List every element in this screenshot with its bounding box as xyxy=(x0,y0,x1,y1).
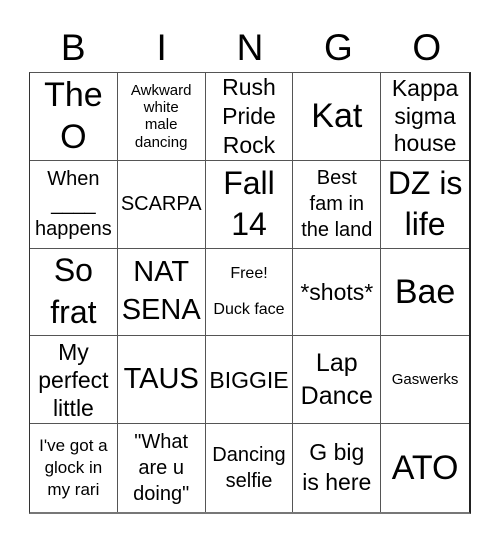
bingo-cell-r1c3[interactable]: Rush Pride Rock xyxy=(205,73,294,161)
free-label: Free! xyxy=(230,265,268,283)
cell-text: SCARPA xyxy=(120,192,202,215)
cell-text: G big is here xyxy=(302,439,372,496)
cell-text: Awkward white male dancing xyxy=(130,81,192,151)
cell-text: Bae xyxy=(394,272,456,311)
bingo-cell-r3c4[interactable]: *shots* xyxy=(293,248,382,337)
bingo-grid: The O Awkward white male dancing Rush Pr… xyxy=(29,72,471,514)
cell-text: Duck face xyxy=(213,300,285,318)
bingo-cell-r2c2[interactable]: SCARPA xyxy=(117,160,206,249)
bingo-cell-r5c5[interactable]: ATO xyxy=(381,424,469,512)
bingo-cell-r1c1[interactable]: The O xyxy=(30,73,118,161)
bingo-cell-r5c2[interactable]: "What are u doing" xyxy=(118,424,206,512)
cell-text: When ____ happens xyxy=(35,167,112,240)
cell-text: Kappa sigma house xyxy=(391,75,459,157)
cell-text: Best fam in the land xyxy=(301,167,373,242)
cell-text: Fall 14 xyxy=(223,164,275,243)
cell-text: BIGGIE xyxy=(209,366,289,393)
cell-text: NAT SENA xyxy=(121,256,201,326)
cell-text: DZ is life xyxy=(387,164,463,243)
free-space: Free! Duck face xyxy=(213,265,284,319)
cell-text: "What are u doing" xyxy=(133,431,190,506)
cell-text: Gaswerks xyxy=(391,371,459,389)
bingo-cell-r2c4[interactable]: Best fam in the land xyxy=(293,160,382,249)
header-letter-n: N xyxy=(236,27,264,68)
cell-text: Dancing selfie xyxy=(212,444,286,493)
cell-text: Rush Pride Rock xyxy=(222,74,276,158)
bingo-cell-r1c4[interactable]: Kat xyxy=(293,73,382,161)
bingo-cell-r3c2[interactable]: NAT SENA xyxy=(117,248,206,337)
cell-text: Kat xyxy=(311,97,363,136)
bingo-cell-r3c1[interactable]: So frat xyxy=(30,248,118,337)
bingo-cell-r4c4[interactable]: Lap Dance xyxy=(293,336,382,425)
bingo-header: B I N G O xyxy=(29,24,471,72)
bingo-cell-r3c3-free-space[interactable]: Free! Duck face xyxy=(205,248,294,337)
header-letter-o: O xyxy=(412,27,442,68)
bingo-cell-r1c2[interactable]: Awkward white male dancing xyxy=(117,73,206,161)
bingo-cell-r5c4[interactable]: G big is here xyxy=(293,424,382,512)
bingo-cell-r4c1[interactable]: My perfect little xyxy=(30,336,118,425)
cell-text: My perfect little xyxy=(38,338,109,421)
cell-text: *shots* xyxy=(300,278,374,305)
cell-text: I've got a glock in my rari xyxy=(39,435,108,500)
bingo-cell-r5c3[interactable]: Dancing selfie xyxy=(206,424,294,512)
bingo-cell-r2c1[interactable]: When ____ happens xyxy=(30,160,118,249)
cell-text: The O xyxy=(44,75,103,157)
bingo-cell-r1c5[interactable]: Kappa sigma house xyxy=(381,73,469,161)
bingo-cell-r4c3[interactable]: BIGGIE xyxy=(205,336,294,425)
header-letter-g: G xyxy=(324,27,353,68)
bingo-cell-r5c1[interactable]: I've got a glock in my rari xyxy=(30,424,118,512)
bingo-cell-r4c5[interactable]: Gaswerks xyxy=(381,336,469,425)
bingo-cell-r2c3[interactable]: Fall 14 xyxy=(205,160,294,249)
header-letter-b: B xyxy=(60,27,86,68)
cell-text: So frat xyxy=(50,252,97,330)
cell-text: TAUS xyxy=(123,363,199,396)
header-letter-i: I xyxy=(156,27,167,68)
bingo-cell-r3c5[interactable]: Bae xyxy=(381,249,469,337)
cell-text: ATO xyxy=(391,448,459,487)
cell-text: Lap Dance xyxy=(300,349,373,410)
bingo-cell-r4c2[interactable]: TAUS xyxy=(117,336,206,425)
bingo-cell-r2c5[interactable]: DZ is life xyxy=(381,161,469,249)
